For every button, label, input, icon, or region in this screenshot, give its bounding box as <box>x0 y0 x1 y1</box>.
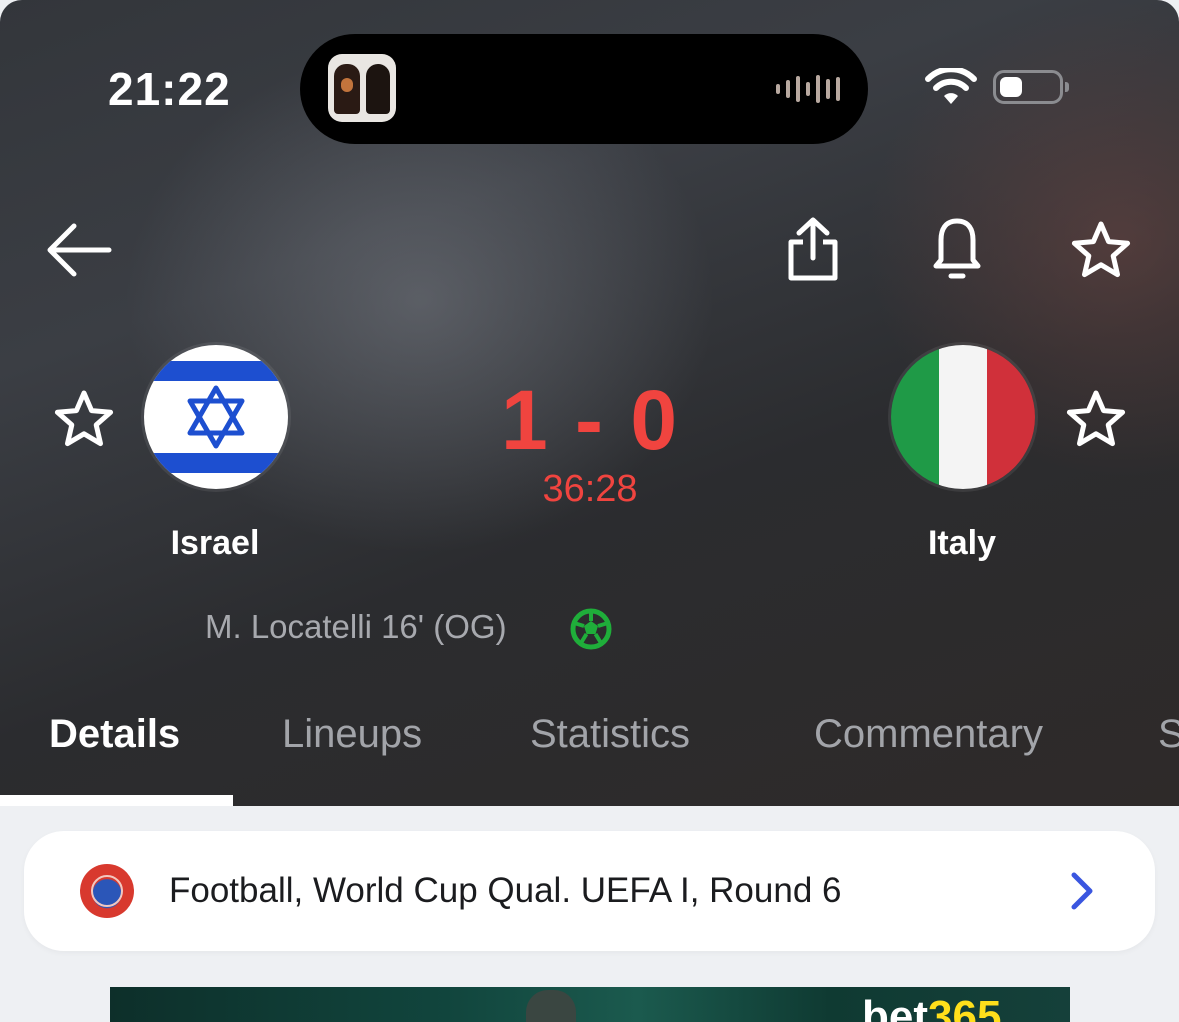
dynamic-island[interactable] <box>300 34 868 144</box>
tab-lineups[interactable]: Lineups <box>282 712 422 757</box>
status-time: 21:22 <box>108 63 231 115</box>
ad-player-image <box>526 990 576 1022</box>
away-team-flag[interactable] <box>891 345 1035 489</box>
active-tab-indicator <box>0 795 233 806</box>
match-tabs: Details Lineups Statistics Commentary S <box>0 690 1179 806</box>
tab-more[interactable]: S <box>1158 712 1179 757</box>
notifications-button[interactable] <box>928 214 986 284</box>
home-team-name[interactable]: Israel <box>115 524 315 563</box>
star-outline-icon <box>54 390 114 447</box>
share-button[interactable] <box>784 214 842 284</box>
chevron-right-icon <box>1071 872 1093 910</box>
goal-scorer: M. Locatelli 16' (OG) <box>205 608 507 645</box>
football-icon <box>570 608 612 650</box>
now-playing-artwork <box>328 54 396 122</box>
favorite-away-team-button[interactable] <box>1064 388 1128 450</box>
competition-label: Football, World Cup Qual. UEFA I, Round … <box>169 871 842 910</box>
match-header: 21:22 Israel Italy 1 - 0 36:28 M. Locate… <box>0 0 1179 806</box>
audio-waveform-icon <box>776 74 840 104</box>
ad-brand-logo: bet365 <box>862 992 1002 1022</box>
back-button[interactable] <box>44 218 114 282</box>
favorite-match-button[interactable] <box>1068 218 1134 282</box>
battery-icon <box>993 70 1069 104</box>
star-of-david-icon <box>187 385 245 449</box>
tab-details[interactable]: Details <box>49 712 180 757</box>
bell-icon <box>933 218 981 279</box>
match-clock: 36:28 <box>542 468 638 510</box>
match-score: 1 - 0 <box>500 373 680 467</box>
favorite-home-team-button[interactable] <box>52 388 116 450</box>
tab-commentary[interactable]: Commentary <box>814 712 1043 757</box>
competition-card[interactable]: Football, World Cup Qual. UEFA I, Round … <box>24 831 1155 951</box>
home-team-flag[interactable] <box>144 345 288 489</box>
away-team-name[interactable]: Italy <box>862 524 1062 563</box>
star-outline-icon <box>1071 221 1131 278</box>
uefa-logo <box>80 864 134 918</box>
ad-banner[interactable]: bet365 <box>110 987 1070 1022</box>
wifi-icon <box>925 68 977 104</box>
star-outline-icon <box>1066 390 1126 447</box>
share-icon <box>788 217 838 281</box>
arrow-left-icon <box>47 223 112 277</box>
tab-statistics[interactable]: Statistics <box>530 712 690 757</box>
